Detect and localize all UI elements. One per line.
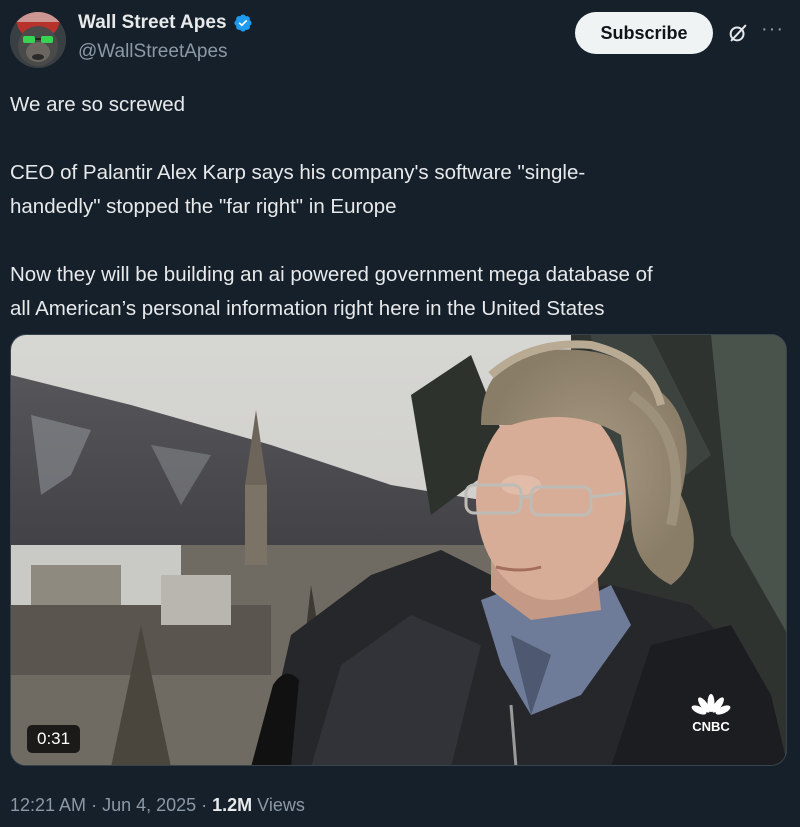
video-player[interactable]: 0:31 CNBC bbox=[10, 334, 787, 766]
tweet-text-line: CEO of Palantir Alex Karp says his compa… bbox=[10, 161, 586, 184]
tweet-time[interactable]: 12:21 AM bbox=[10, 795, 86, 816]
tweet-card: Wall Street Apes @WallStreetApes Subscri… bbox=[0, 0, 800, 827]
meta-separator: · bbox=[196, 795, 213, 815]
more-options-icon[interactable]: ··· bbox=[761, 18, 784, 41]
video-thumbnail bbox=[11, 335, 786, 765]
views-count[interactable]: 1.2M bbox=[212, 795, 252, 816]
author-handle[interactable]: @WallStreetApes bbox=[78, 41, 228, 63]
tweet-text-line: We are so screwed bbox=[10, 93, 186, 116]
views-label: Views bbox=[252, 795, 305, 815]
tweet-meta: 12:21 AM · Jun 4, 2025 · 1.2M Views bbox=[10, 795, 305, 816]
tweet-text: We are so screwed CEO of Palantir Alex K… bbox=[10, 88, 780, 326]
svg-text:CNBC: CNBC bbox=[692, 719, 730, 734]
author-display-name[interactable]: Wall Street Apes bbox=[78, 12, 227, 34]
meta-separator: · bbox=[86, 795, 103, 815]
ape-avatar-image bbox=[10, 12, 66, 68]
subscribe-button[interactable]: Subscribe bbox=[575, 12, 713, 54]
tweet-text-line: Now they will be building an ai powered … bbox=[10, 263, 653, 286]
tweet-text-line: all American’s personal information righ… bbox=[10, 297, 605, 320]
grok-icon[interactable] bbox=[727, 22, 749, 44]
verified-badge-icon bbox=[233, 14, 252, 32]
cnbc-logo: CNBC bbox=[691, 694, 731, 734]
tweet-date[interactable]: Jun 4, 2025 bbox=[102, 795, 196, 816]
author-name-row[interactable]: Wall Street Apes bbox=[78, 12, 253, 34]
avatar[interactable] bbox=[10, 12, 66, 68]
tweet-text-line: handedly" stopped the "far right" in Eur… bbox=[10, 195, 397, 218]
video-duration-badge: 0:31 bbox=[27, 725, 81, 753]
